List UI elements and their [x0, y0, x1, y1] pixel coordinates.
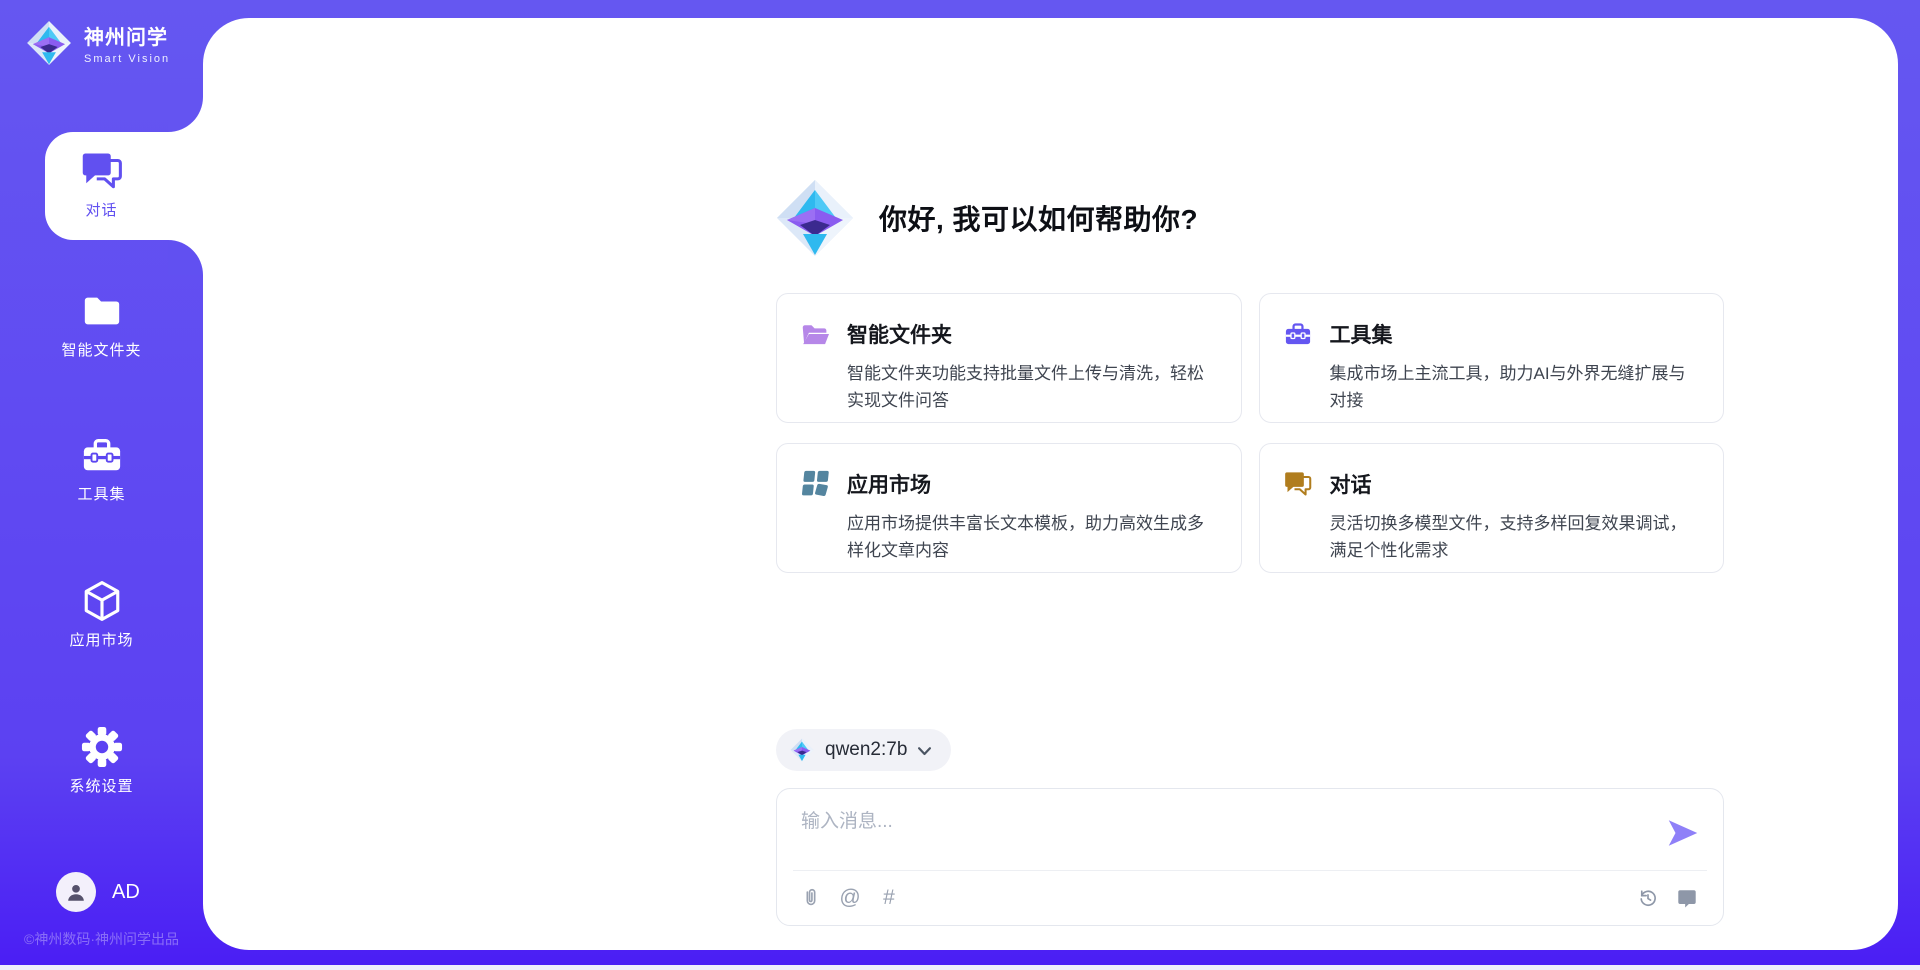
card-title: 智能文件夹	[847, 319, 952, 349]
model-selector[interactable]: qwen2:7b	[776, 729, 951, 771]
brand-subtitle: Smart Vision	[84, 53, 170, 65]
sidebar-item-smart-folder[interactable]: 智能文件夹	[0, 290, 203, 360]
card-title: 对话	[1330, 469, 1372, 499]
feedback-button[interactable]	[1675, 886, 1699, 910]
card-description: 集成市场上主流工具，助力AI与外界无缝扩展与对接	[1330, 360, 1700, 414]
person-icon	[65, 881, 87, 903]
greeting-text: 你好, 我可以如何帮助你?	[879, 198, 1198, 238]
sidebar-item-settings[interactable]: 系统设置	[0, 726, 203, 796]
sidebar-item-chat[interactable]: 对话	[0, 150, 203, 220]
toolbox-icon	[1284, 320, 1312, 348]
cube-icon	[81, 580, 123, 622]
active-nav-fillet-bottom	[168, 240, 203, 275]
toolbox-icon	[81, 434, 123, 476]
main-panel: 你好, 我可以如何帮助你? 智能文件夹 智能文件夹功能支持批量文件上传与清洗，轻…	[203, 18, 1898, 950]
model-name: qwen2:7b	[825, 739, 907, 761]
comment-icon	[1676, 887, 1698, 909]
brand-name: 神州问学	[84, 21, 170, 50]
card-description: 智能文件夹功能支持批量文件上传与清洗，轻松实现文件问答	[847, 360, 1217, 414]
chat-bubbles-icon	[81, 150, 123, 192]
mention-button[interactable]: @	[838, 886, 862, 910]
gear-icon	[81, 726, 123, 768]
sidebar-item-app-market[interactable]: 应用市场	[0, 580, 203, 650]
shortcut-cards: 智能文件夹 智能文件夹功能支持批量文件上传与清洗，轻松实现文件问答 工具集 集成…	[776, 293, 1724, 573]
history-button[interactable]	[1636, 886, 1660, 910]
brand: 神州问学 Smart Vision	[26, 20, 170, 66]
user-name: AD	[112, 881, 140, 904]
model-logo-icon	[790, 738, 814, 762]
assistant-logo-icon	[775, 178, 855, 258]
sidebar-item-toolset[interactable]: 工具集	[0, 434, 203, 504]
avatar	[56, 872, 96, 912]
message-input[interactable]	[801, 806, 1651, 862]
sidebar-item-label: 系统设置	[69, 775, 133, 796]
chevron-down-icon	[918, 747, 931, 756]
sidebar: 神州问学 Smart Vision 对话 智能文件夹 工具集	[0, 0, 203, 970]
sidebar-item-label: 智能文件夹	[61, 339, 141, 360]
composer-divider	[793, 870, 1707, 871]
card-toolset[interactable]: 工具集 集成市场上主流工具，助力AI与外界无缝扩展与对接	[1259, 293, 1725, 423]
send-button[interactable]	[1665, 815, 1701, 851]
brand-logo-icon	[26, 20, 72, 66]
horizontal-scrollbar[interactable]	[0, 965, 1920, 970]
grid-icon	[801, 470, 829, 498]
attach-file-button[interactable]	[799, 886, 823, 910]
card-title: 工具集	[1330, 319, 1393, 349]
send-icon	[1665, 815, 1701, 851]
folder-open-icon	[801, 320, 829, 348]
card-title: 应用市场	[847, 469, 931, 499]
card-description: 应用市场提供丰富长文本模板，助力高效生成多样化文章内容	[847, 510, 1217, 564]
topic-button[interactable]: #	[877, 886, 901, 910]
card-smart-folder[interactable]: 智能文件夹 智能文件夹功能支持批量文件上传与清洗，轻松实现文件问答	[776, 293, 1242, 423]
card-chat[interactable]: 对话 灵活切换多模型文件，支持多样回复效果调试，满足个性化需求	[1259, 443, 1725, 573]
copyright-footer: ©神州数码·神州问学出品	[0, 929, 203, 949]
history-icon	[1637, 887, 1659, 909]
greeting: 你好, 我可以如何帮助你?	[775, 178, 1198, 258]
chat-bubbles-icon	[1284, 470, 1312, 498]
sidebar-item-label: 应用市场	[69, 629, 133, 650]
paperclip-icon	[800, 887, 822, 909]
card-description: 灵活切换多模型文件，支持多样回复效果调试，满足个性化需求	[1330, 510, 1700, 564]
active-nav-fillet-top	[168, 97, 203, 132]
folder-icon	[81, 290, 123, 332]
sidebar-item-label: 工具集	[77, 483, 125, 504]
message-composer: @ #	[776, 788, 1724, 926]
user-account[interactable]: AD	[56, 872, 140, 912]
card-app-market[interactable]: 应用市场 应用市场提供丰富长文本模板，助力高效生成多样化文章内容	[776, 443, 1242, 573]
sidebar-item-label: 对话	[85, 199, 117, 220]
